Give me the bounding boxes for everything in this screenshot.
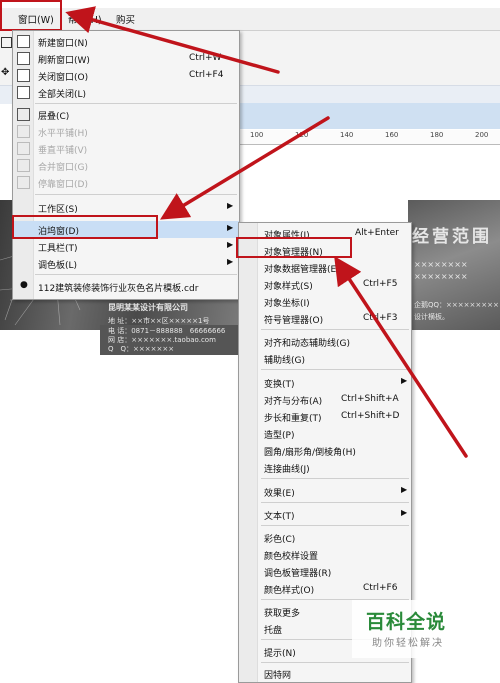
- arrow-to-object-manager: [334, 256, 468, 458]
- watermark-subtitle: 助你轻松解决: [372, 638, 444, 649]
- watermark-title: 百科全说: [366, 611, 447, 633]
- annotation-arrows: [65, 6, 468, 458]
- arrow-to-window-menu: [65, 6, 280, 74]
- arrow-to-dockers: [160, 116, 330, 220]
